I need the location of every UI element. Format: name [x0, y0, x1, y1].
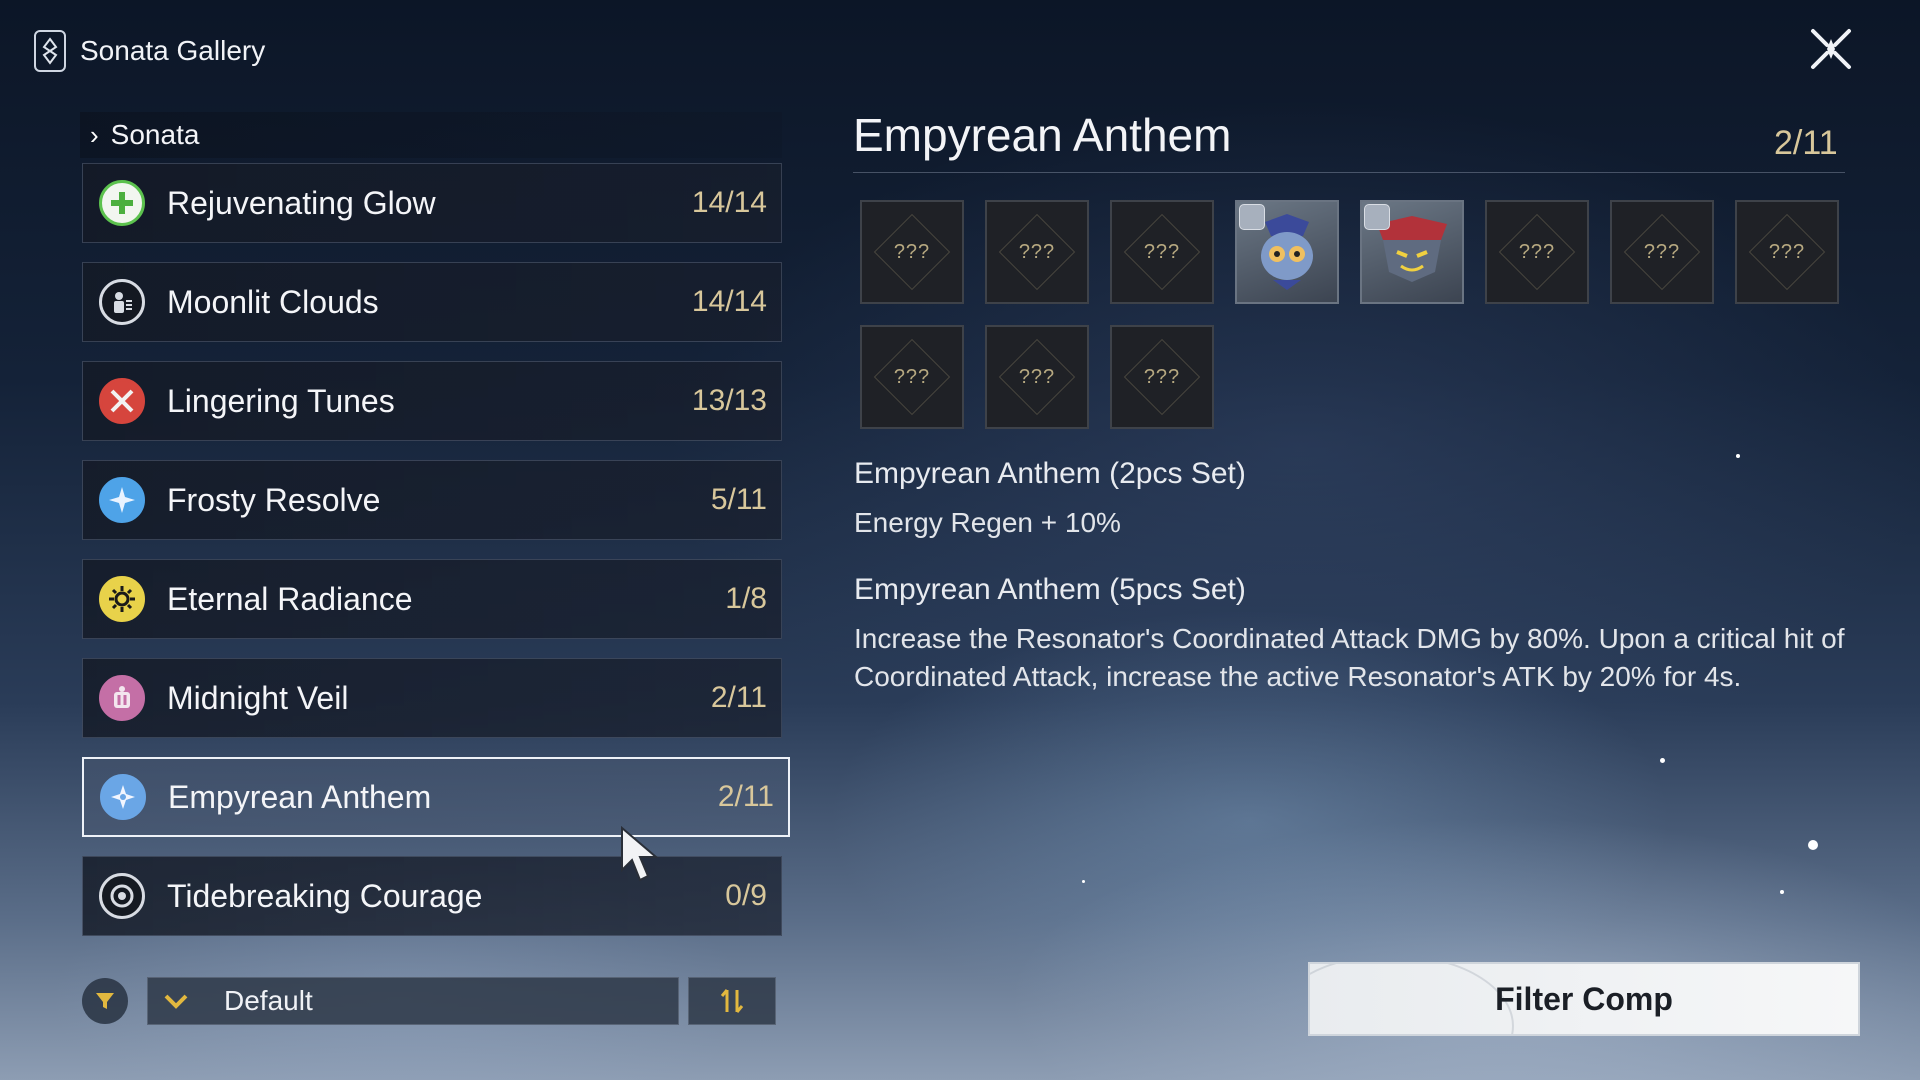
sonata-set-item[interactable]: Lingering Tunes 13/13	[82, 361, 782, 441]
sonata-set-count: 5/11	[710, 483, 767, 516]
close-button[interactable]	[1806, 24, 1856, 74]
sonata-set-name: Frosty Resolve	[167, 481, 381, 518]
app-header: Sonata Gallery	[34, 30, 265, 72]
sonata-section-header[interactable]: › Sonata	[80, 112, 782, 158]
unknown-label: ???	[1018, 365, 1056, 388]
anthem-star-icon	[100, 774, 146, 820]
sort-select[interactable]: Default	[147, 977, 679, 1025]
set2-title: Empyrean Anthem (2pcs Set)	[854, 457, 1246, 490]
funnel-icon	[96, 993, 114, 1009]
owner-avatar-icon	[1364, 204, 1390, 230]
sonata-set-count: 2/11	[717, 780, 774, 813]
echo-slot-unknown[interactable]: ???	[985, 200, 1089, 304]
echo-slot-unknown[interactable]: ???	[1735, 200, 1839, 304]
echo-slot-owned[interactable]	[1360, 200, 1464, 304]
unknown-label: ???	[1143, 365, 1181, 388]
sonata-set-count: 0/9	[725, 879, 767, 912]
unknown-label: ???	[1018, 240, 1056, 263]
divider	[853, 172, 1845, 173]
echo-slot-unknown[interactable]: ???	[1110, 200, 1214, 304]
sonata-set-item[interactable]: Tidebreaking Courage 0/9	[82, 856, 782, 936]
echo-slot-owned[interactable]	[1235, 200, 1339, 304]
sonata-set-item[interactable]: Rejuvenating Glow 14/14	[82, 163, 782, 243]
sonata-set-name: Lingering Tunes	[167, 382, 395, 419]
echo-slot-unknown[interactable]: ???	[985, 325, 1089, 429]
filter-comp-label: Filter Comp	[1495, 980, 1673, 1017]
echo-slot-unknown[interactable]: ???	[1110, 325, 1214, 429]
echo-slot-unknown[interactable]: ???	[860, 200, 964, 304]
unknown-label: ???	[1143, 240, 1181, 263]
tide-ring-icon	[99, 873, 145, 919]
echo-slot-unknown[interactable]: ???	[1485, 200, 1589, 304]
sonata-set-count: 13/13	[691, 384, 767, 417]
sonata-set-name: Rejuvenating Glow	[167, 184, 436, 221]
app-title: Sonata Gallery	[80, 35, 266, 66]
detail-count: 2/11	[1774, 124, 1838, 162]
sonata-set-item[interactable]: Midnight Veil 2/11	[82, 658, 782, 738]
owner-avatar-icon	[1239, 204, 1265, 230]
sort-order-icon	[720, 989, 744, 1013]
close-icon	[1811, 29, 1851, 69]
sonata-set-count: 14/14	[691, 186, 767, 219]
sonata-set-count: 2/11	[710, 681, 767, 714]
unknown-label: ???	[893, 365, 931, 388]
echo-slot-unknown[interactable]: ???	[1610, 200, 1714, 304]
sonata-set-count: 1/8	[725, 582, 767, 615]
unknown-label: ???	[1518, 240, 1556, 263]
crossed-swords-icon	[99, 378, 145, 424]
echo-slot-unknown[interactable]: ???	[860, 325, 964, 429]
sonata-set-item[interactable]: Empyrean Anthem 2/11	[82, 757, 790, 837]
veil-icon	[99, 675, 145, 721]
sonata-set-name: Eternal Radiance	[167, 580, 413, 617]
section-label: Sonata	[110, 119, 200, 150]
filter-comp-button[interactable]: Filter Comp	[1308, 962, 1860, 1036]
sonata-set-name: Midnight Veil	[167, 679, 349, 716]
frost-star-icon	[99, 477, 145, 523]
sort-order-button[interactable]	[688, 977, 776, 1025]
unknown-label: ???	[893, 240, 931, 263]
set2-text: Energy Regen + 10%	[854, 507, 1121, 538]
set5-title: Empyrean Anthem (5pcs Set)	[854, 573, 1246, 606]
chevron-right-icon: ›	[90, 119, 99, 150]
sonata-set-item[interactable]: Frosty Resolve 5/11	[82, 460, 782, 540]
set5-text: Increase the Resonator's Coordinated Att…	[854, 623, 1845, 692]
detail-title: Empyrean Anthem	[853, 109, 1232, 161]
filter-button[interactable]	[82, 978, 128, 1024]
sonata-set-name: Moonlit Clouds	[167, 283, 379, 320]
mouse-cursor-icon	[621, 826, 659, 882]
sun-icon	[99, 576, 145, 622]
sonata-set-item[interactable]: Moonlit Clouds 14/14	[82, 262, 782, 342]
plus-cross-icon	[99, 180, 145, 226]
unknown-label: ???	[1768, 240, 1806, 263]
sonata-set-name: Empyrean Anthem	[168, 778, 432, 815]
sort-value: Default	[224, 985, 313, 1016]
sonata-set-list: Rejuvenating Glow 14/14 Moonlit Clouds 14/1…	[82, 163, 790, 955]
sonata-set-item[interactable]: Eternal Radiance 1/8	[82, 559, 782, 639]
sonata-set-count: 14/14	[691, 285, 767, 318]
chevron-down-icon	[164, 994, 188, 1009]
unknown-label: ???	[1643, 240, 1681, 263]
moonlit-icon	[99, 279, 145, 325]
sonata-gallery-icon	[34, 30, 66, 72]
